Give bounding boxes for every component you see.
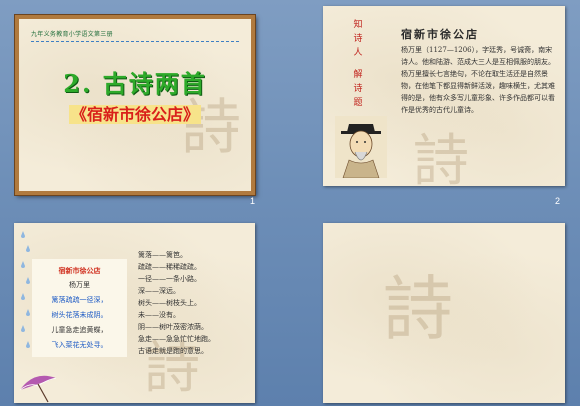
note-line: 树头——树枝头上。: [138, 299, 201, 307]
slide-thumbnail-4[interactable]: 詩: [323, 223, 565, 403]
slide-thumbnail-2[interactable]: 詩 知 诗 人 解 诗 题 宿新市徐公店 杨万里（1127—1206），字廷秀，…: [323, 6, 565, 186]
poet-biography: 杨万里（1127—1206），字廷秀，号诚斋，南宋诗人。他和陆游、范成大三人是互…: [401, 46, 555, 114]
vocabulary-notes: 篱落——篱笆。 疏疏——稀稀疏疏。 一径——一条小路。 深——深远。 树头——树…: [138, 249, 250, 357]
side-labels: 知 诗 人 解 诗 题: [351, 18, 365, 110]
slide-thumbnail-1[interactable]: 詩 九年义务教育小学语文第三册 2. 古诗两首 《宿新市徐公店》: [15, 15, 255, 195]
note-line: 急走——急急忙忙地跑。: [138, 335, 215, 343]
slide-number-2: 2: [555, 196, 561, 206]
poem-line: 儿童急走追黄蝶，: [51, 326, 108, 334]
side-label-gap: [351, 60, 365, 68]
note-line: 未——没有。: [138, 311, 180, 319]
note-line: 古语走就是跑的意思。: [138, 347, 208, 355]
slide-title: 宿新市徐公店: [401, 28, 479, 41]
ink-background-decoration: 詩: [383, 268, 453, 350]
note-line: 一径——一条小路。: [138, 275, 201, 283]
side-label-char: 人: [353, 48, 363, 58]
side-label-char: 诗: [353, 84, 363, 94]
side-label-char: 诗: [353, 34, 363, 44]
slide-header: 九年义务教育小学语文第三册: [31, 32, 113, 38]
umbrella-icon: [19, 375, 57, 403]
slide-thumbnail-3[interactable]: 詩 宿新市徐公店 杨万里 篱落疏疏一径深， 树头花落未成阴。 儿童急走追黄蝶， …: [14, 223, 255, 403]
note-line: 疏疏——稀稀疏疏。: [138, 263, 201, 271]
side-label-char: 解: [353, 70, 363, 80]
poem-title: 宿新市徐公店: [58, 266, 101, 275]
poet-portrait-image: [335, 116, 387, 178]
poem-line: 篱落疏疏一径深，: [51, 296, 108, 304]
subtitle-text: 《宿新市徐公店》: [68, 105, 201, 124]
slide-number-1: 1: [250, 196, 256, 206]
rain-drops-decoration: [21, 231, 30, 348]
note-line: 深——深远。: [138, 287, 180, 295]
side-label-char: 知: [353, 20, 363, 30]
note-line: 篱落——篱笆。: [138, 251, 187, 259]
slide-subtitle: 《宿新市徐公店》: [19, 101, 251, 125]
poem-line: 树头花落未成阴。: [51, 311, 108, 319]
ink-background-decoration: 詩: [413, 129, 469, 186]
poem-line: 飞入菜花无处寻。: [51, 341, 108, 349]
dashed-divider: [31, 41, 239, 42]
poem-author: 杨万里: [69, 281, 90, 289]
note-line: 阴——树叶茂密浓荫。: [138, 323, 208, 331]
slide-title: 2. 古诗两首: [63, 69, 207, 98]
side-label-char: 题: [353, 98, 363, 108]
poem-card: 宿新市徐公店 杨万里 篱落疏疏一径深， 树头花落未成阴。 儿童急走追黄蝶， 飞入…: [32, 259, 127, 357]
